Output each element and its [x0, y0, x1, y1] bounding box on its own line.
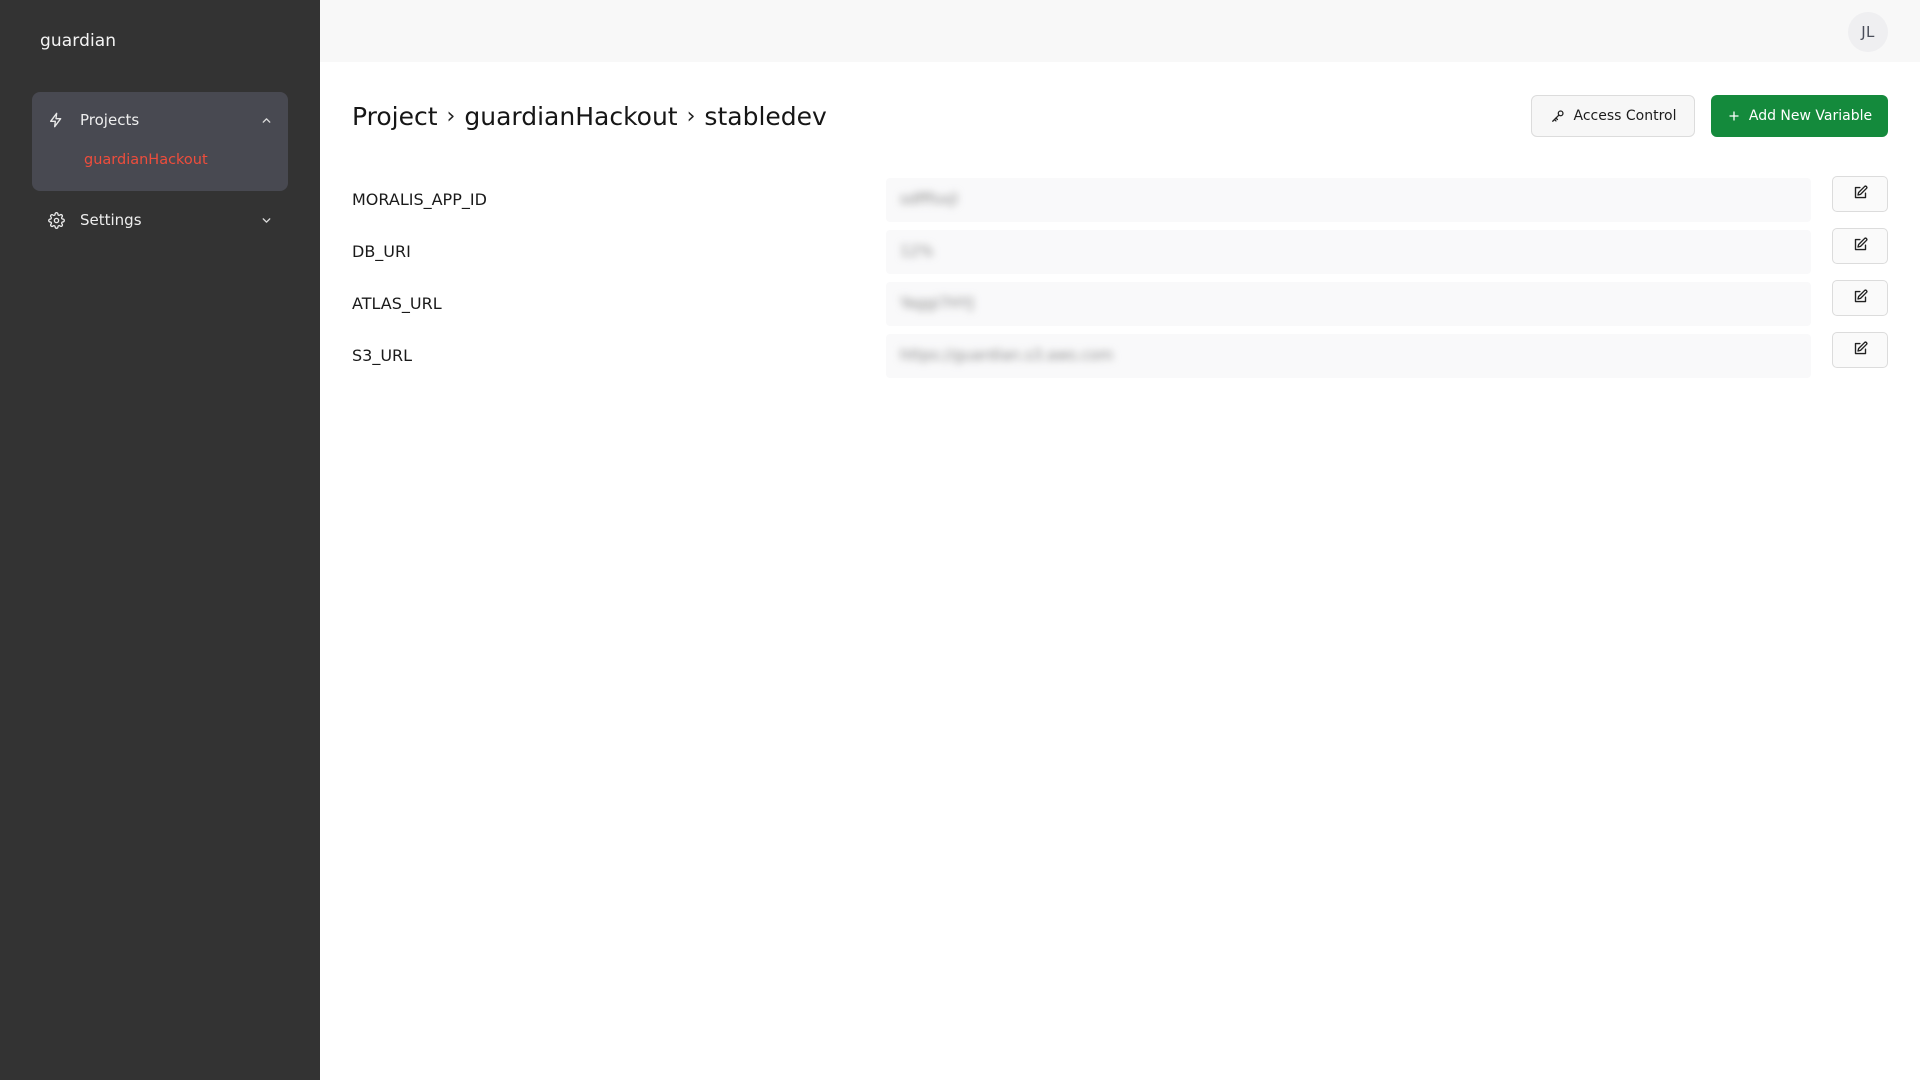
variable-name: S3_URL [352, 346, 413, 365]
breadcrumb-stabledev: stabledev [704, 102, 827, 131]
user-avatar[interactable]: JL [1848, 12, 1888, 52]
brand-logo[interactable]: guardian [40, 31, 116, 51]
settings-nav-toggle[interactable]: Settings [46, 207, 274, 233]
variable-name: DB_URI [352, 242, 411, 261]
breadcrumb-separator: › [446, 104, 456, 129]
edit-icon [1853, 289, 1868, 308]
variable-value-field[interactable]: https://guardian.s3.aws.com [886, 334, 1811, 378]
edit-icon [1853, 341, 1868, 360]
variable-list: MORALIS_APP_ID sdfffsxjl DB_URI 12% ATLA… [352, 176, 1888, 384]
variable-value: https://guardian.s3.aws.com [900, 346, 1114, 364]
edit-icon [1853, 237, 1868, 256]
projects-nav-group: Projects guardianHackout [32, 92, 288, 191]
variable-name: ATLAS_URL [352, 294, 442, 313]
edit-variable-button[interactable] [1832, 280, 1888, 316]
edit-variable-button[interactable] [1832, 176, 1888, 212]
bolt-icon [46, 110, 66, 130]
sidebar: guardian Projects guardianHackout Settin… [0, 0, 320, 1080]
variable-value-field[interactable]: Yaggi7HYJ [886, 282, 1811, 326]
add-new-variable-button[interactable]: Add New Variable [1711, 95, 1888, 137]
plus-icon [1727, 109, 1741, 123]
main-content: Project › guardianHackout › stabledev Ac… [320, 62, 1920, 1080]
variable-value-field[interactable]: 12% [886, 230, 1811, 274]
projects-nav-label: Projects [80, 111, 140, 129]
projects-nav-toggle[interactable]: Projects [46, 107, 274, 133]
edit-icon [1853, 185, 1868, 204]
app-root: guardian Projects guardianHackout Settin… [0, 0, 1920, 1080]
edit-variable-button[interactable] [1832, 228, 1888, 264]
variable-name: MORALIS_APP_ID [352, 190, 487, 209]
variable-value: sdfffsxjl [900, 190, 958, 208]
breadcrumb-project[interactable]: Project [352, 102, 438, 131]
chevron-down-icon [258, 212, 274, 228]
chevron-up-icon [258, 112, 274, 128]
breadcrumb-guardianhackout[interactable]: guardianHackout [464, 102, 677, 131]
add-new-variable-label: Add New Variable [1748, 108, 1873, 124]
sidebar-item-guardianhackout[interactable]: guardianHackout [84, 152, 208, 168]
key-icon [1550, 108, 1566, 124]
top-bar: JL [320, 0, 1920, 62]
variable-value: 12% [900, 242, 934, 260]
breadcrumb: Project › guardianHackout › stabledev [352, 102, 827, 131]
variable-value-field[interactable]: sdfffsxjl [886, 178, 1811, 222]
access-control-button[interactable]: Access Control [1531, 95, 1695, 137]
variable-value: Yaggi7HYJ [900, 294, 974, 312]
variable-row: DB_URI 12% [352, 228, 1888, 280]
variable-row: S3_URL https://guardian.s3.aws.com [352, 332, 1888, 384]
variable-row: ATLAS_URL Yaggi7HYJ [352, 280, 1888, 332]
gear-icon [46, 210, 66, 230]
variable-row: MORALIS_APP_ID sdfffsxjl [352, 176, 1888, 228]
edit-variable-button[interactable] [1832, 332, 1888, 368]
settings-nav-label: Settings [80, 211, 142, 229]
breadcrumb-separator: › [686, 104, 696, 129]
access-control-label: Access Control [1573, 108, 1677, 124]
